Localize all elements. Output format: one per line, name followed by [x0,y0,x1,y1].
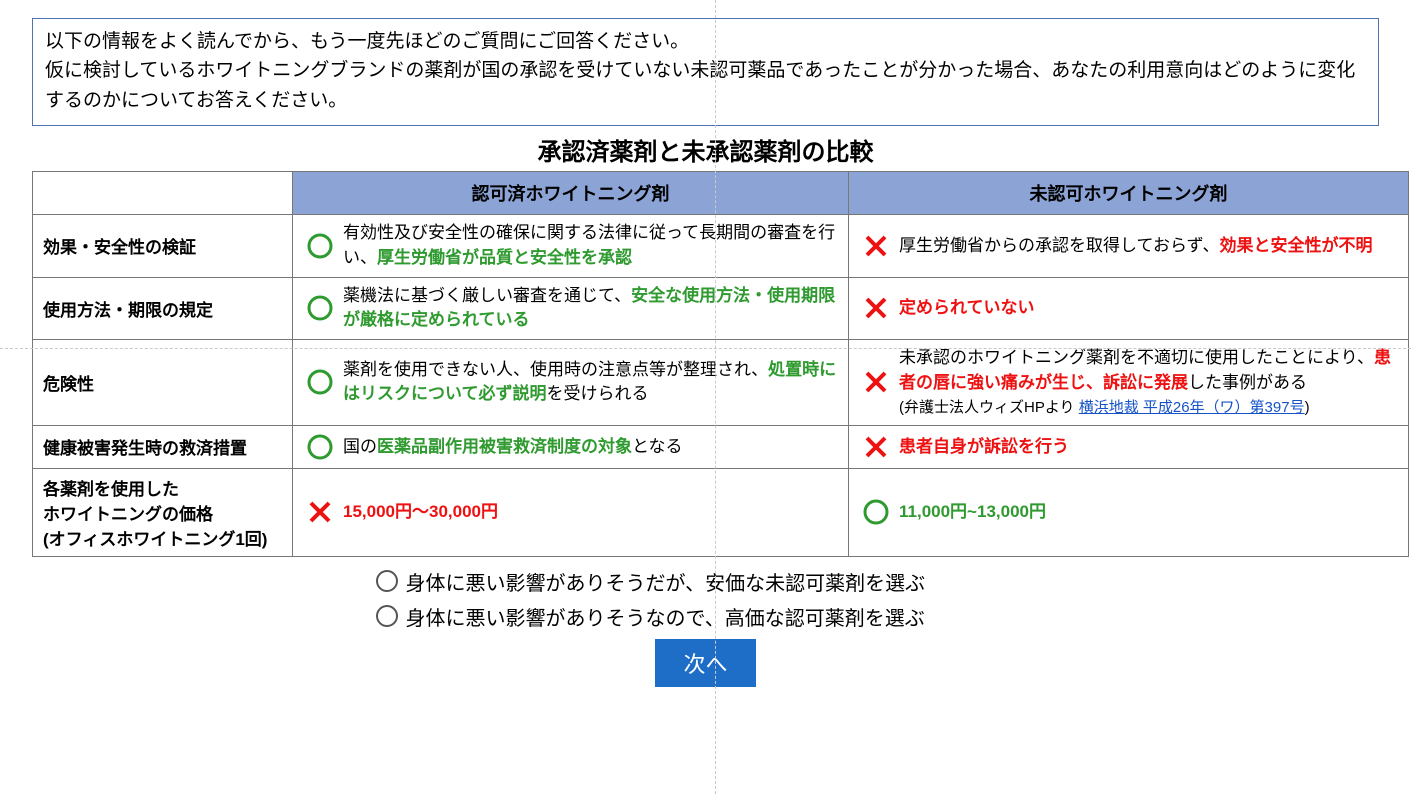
cell-text: 国の医薬品副作用被害救済制度の対象となる [343,435,838,460]
cell-price-unapproved: 11,000円~13,000円 [859,497,1398,527]
cell-text: 厚生労働省からの承認を取得しておらず、効果と安全性が不明 [899,234,1398,259]
cell-price-approved: 15,000円～30,000円 [303,498,838,526]
cross-icon [303,498,337,526]
table-row: 健康被害発生時の救済措置 国の医薬品副作用被害救済制度の対象となる 患者自身が訴… [33,425,1409,468]
cell-danger-unapproved: 未承認のホワイトニング薬剤を不適切に使用したことにより、患者の唇に強い痛みが生じ… [859,346,1398,419]
option-expensive-approved[interactable]: 身体に悪い影響がありそうなので、高価な認可薬剤を選ぶ [376,602,1036,631]
cell-text: 定められていない [899,296,1398,321]
next-button[interactable]: 次へ [655,639,755,687]
table-row: 効果・安全性の検証 有効性及び安全性の確保に関する法律に従って長期間の審査を行い… [33,215,1409,277]
cell-efficacy-unapproved: 厚生労働省からの承認を取得しておらず、効果と安全性が不明 [859,232,1398,260]
header-unapproved: 未認可ホワイトニング剤 [849,172,1409,215]
comparison-table: 認可済ホワイトニング剤 未認可ホワイトニング剤 効果・安全性の検証 有効性及び安… [32,171,1409,557]
instruction-line1: 以下の情報をよく読んでから、もう一度先ほどのご質問にご回答ください。 [45,27,1366,56]
citation-link[interactable]: 横浜地裁 平成26年（ワ）第397号 [1079,399,1305,416]
cell-usage-approved: 薬機法に基づく厳しい審査を通じて、安全な使用方法・使用期限が厳格に定められている [303,284,838,333]
table-body: 効果・安全性の検証 有効性及び安全性の確保に関する法律に従って長期間の審査を行い… [33,215,1409,557]
cross-icon [859,368,893,396]
radio-icon [376,570,398,592]
row-label-efficacy: 効果・安全性の検証 [33,215,293,277]
circle-icon [303,367,337,397]
cell-text: 有効性及び安全性の確保に関する法律に従って長期間の審査を行い、厚生労働省が品質と… [343,221,838,270]
cross-icon [859,433,893,461]
cross-icon [859,294,893,322]
table-row: 危険性 薬剤を使用できない人、使用時の注意点等が整理され、処置時にはリスクについ… [33,339,1409,425]
page: 以下の情報をよく読んでから、もう一度先ほどのご質問にご回答ください。 仮に検討し… [0,0,1411,794]
circle-icon [859,497,893,527]
comparison-title: 承認済薬剤と未承認薬剤の比較 [32,132,1379,167]
instruction-box: 以下の情報をよく読んでから、もう一度先ほどのご質問にご回答ください。 仮に検討し… [32,18,1379,126]
cell-usage-unapproved: 定められていない [859,294,1398,322]
cell-relief-unapproved: 患者自身が訴訟を行う [859,433,1398,461]
row-label-usage: 使用方法・期限の規定 [33,277,293,339]
circle-icon [303,432,337,462]
cell-efficacy-approved: 有効性及び安全性の確保に関する法律に従って長期間の審査を行い、厚生労働省が品質と… [303,221,838,270]
cross-icon [859,232,893,260]
cell-text: 15,000円～30,000円 [343,500,838,525]
circle-icon [303,231,337,261]
row-label-relief: 健康被害発生時の救済措置 [33,425,293,468]
cell-text: 患者自身が訴訟を行う [899,435,1398,460]
cell-text: 未承認のホワイトニング薬剤を不適切に使用したことにより、患者の唇に強い痛みが生じ… [899,346,1398,419]
instruction-line2: 仮に検討しているホワイトニングブランドの薬剤が国の承認を受けていない未認可薬品で… [45,56,1366,115]
citation: (弁護士法人ウィズHPより 横浜地裁 平成26年（ワ）第397号) [899,397,1398,419]
table-row: 各薬剤を使用した ホワイトニングの価格 (オフィスホワイトニング1回) 15,0… [33,468,1409,556]
answer-options: 身体に悪い影響がありそうだが、安価な未認可薬剤を選ぶ 身体に悪い影響がありそうな… [376,567,1036,631]
table-row: 使用方法・期限の規定 薬機法に基づく厳しい審査を通じて、安全な使用方法・使用期限… [33,277,1409,339]
option-label: 身体に悪い影響がありそうなので、高価な認可薬剤を選ぶ [406,602,925,631]
circle-icon [303,293,337,323]
cell-danger-approved: 薬剤を使用できない人、使用時の注意点等が整理され、処置時にはリスクについて必ず説… [303,358,838,407]
cell-text: 薬剤を使用できない人、使用時の注意点等が整理され、処置時にはリスクについて必ず説… [343,358,838,407]
header-approved: 認可済ホワイトニング剤 [293,172,849,215]
cell-text: 薬機法に基づく厳しい審査を通じて、安全な使用方法・使用期限が厳格に定められている [343,284,838,333]
radio-icon [376,605,398,627]
guide-vertical [715,0,716,794]
header-empty [33,172,293,215]
row-label-danger: 危険性 [33,339,293,425]
row-label-price: 各薬剤を使用した ホワイトニングの価格 (オフィスホワイトニング1回) [33,468,293,556]
cell-relief-approved: 国の医薬品副作用被害救済制度の対象となる [303,432,838,462]
guide-horizontal [0,348,1411,349]
option-label: 身体に悪い影響がありそうだが、安価な未認可薬剤を選ぶ [406,567,926,596]
option-cheap-unapproved[interactable]: 身体に悪い影響がありそうだが、安価な未認可薬剤を選ぶ [376,567,1036,596]
cell-text: 11,000円~13,000円 [899,500,1398,525]
